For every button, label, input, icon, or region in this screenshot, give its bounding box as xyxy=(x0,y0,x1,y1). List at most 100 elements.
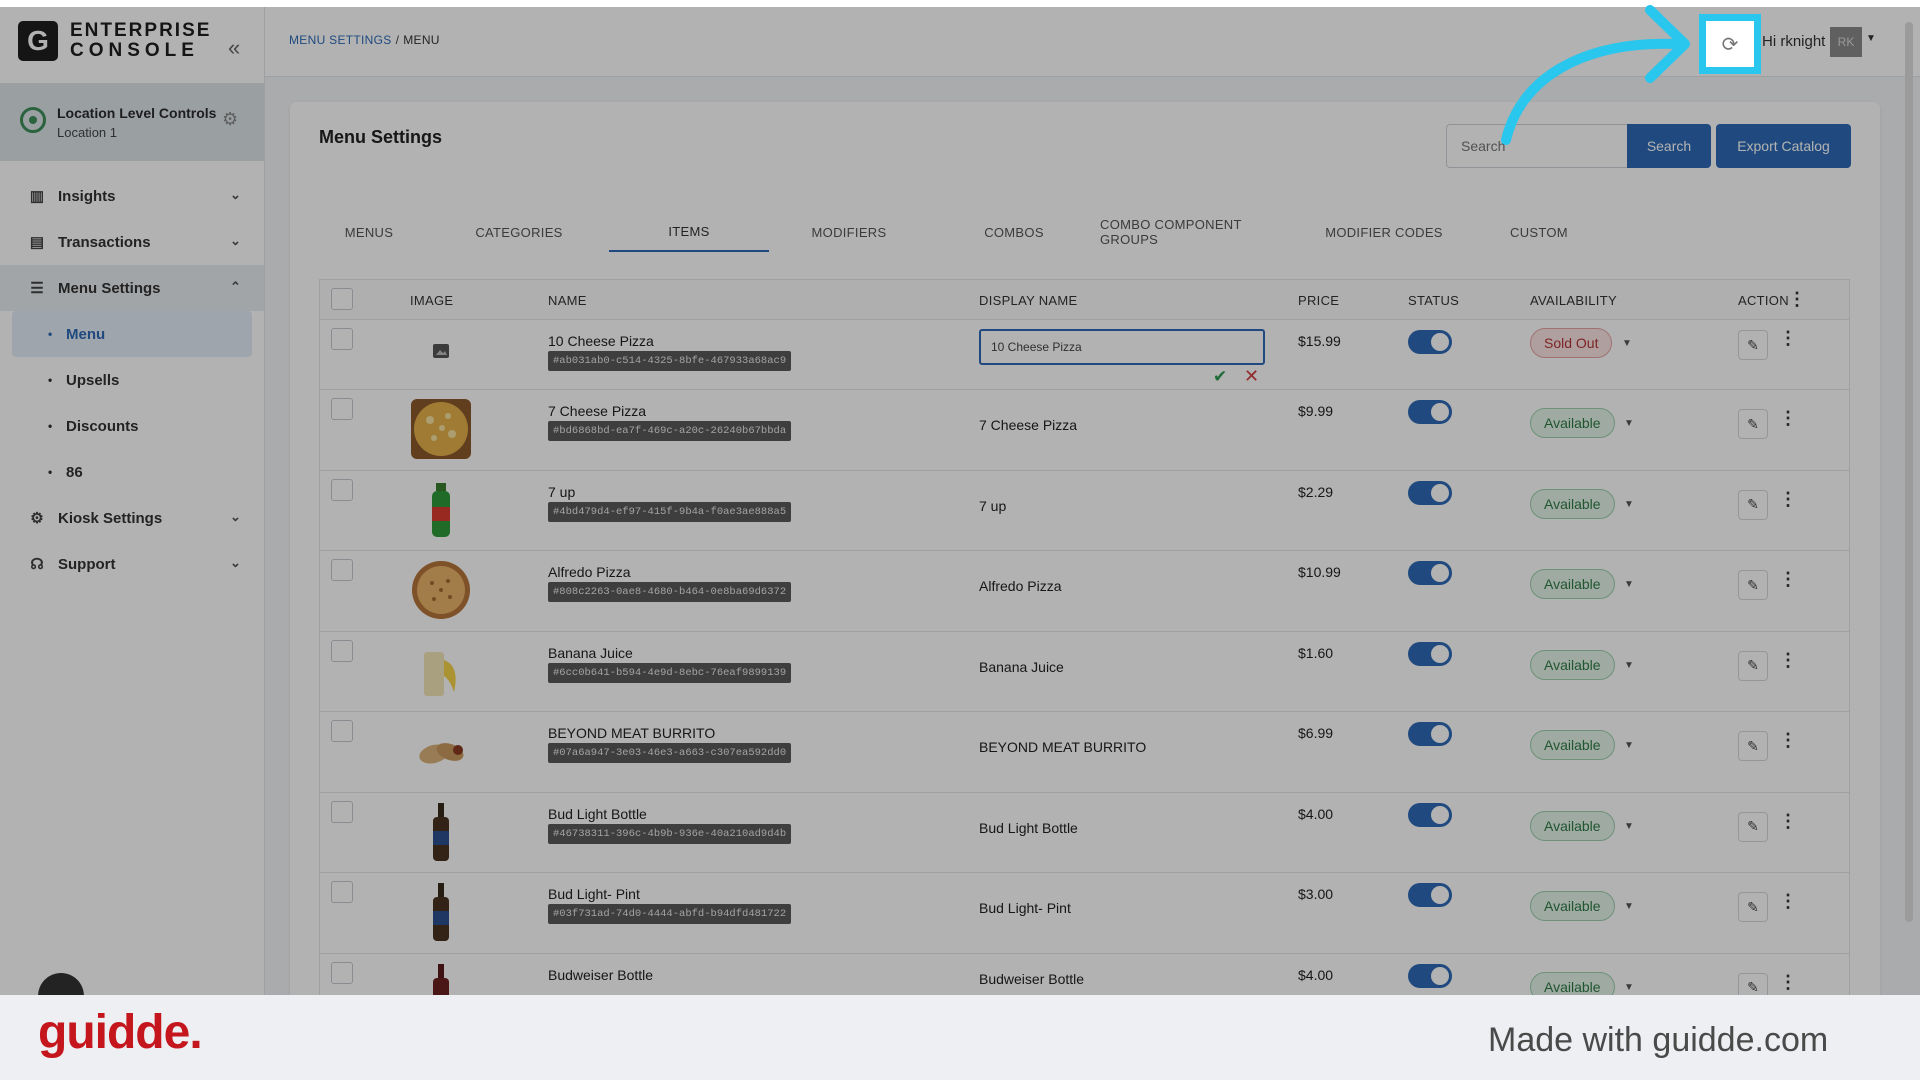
breadcrumb-parent[interactable]: MENU SETTINGS xyxy=(289,33,392,47)
column-display-name[interactable]: DISPLAY NAME xyxy=(979,293,1078,308)
column-name[interactable]: NAME xyxy=(548,293,587,308)
row-checkbox[interactable] xyxy=(331,961,353,984)
sidebar-subitem-upsells[interactable]: Upsells xyxy=(0,357,264,403)
table-row[interactable]: 7 up #4bd479d4-ef97-415f-9b4a-f0ae3ae888… xyxy=(320,471,1849,551)
item-display-name[interactable]: Banana Juice xyxy=(979,659,1064,675)
select-all-checkbox[interactable] xyxy=(331,288,353,310)
status-toggle[interactable] xyxy=(1408,883,1452,907)
row-checkbox[interactable] xyxy=(331,398,353,420)
scrollbar[interactable] xyxy=(1905,22,1913,922)
location-gear-icon[interactable]: ⚙ xyxy=(222,109,238,130)
tab-modifier-codes[interactable]: MODIFIER CODES xyxy=(1319,212,1449,252)
availability-badge[interactable]: Available xyxy=(1530,891,1615,921)
guidde-logo[interactable]: guidde. xyxy=(38,1005,203,1060)
avatar[interactable]: RK xyxy=(1830,27,1862,57)
caret-down-icon[interactable]: ▼ xyxy=(1624,982,1634,993)
edit-pencil-icon[interactable]: ✎ xyxy=(1738,650,1768,681)
caret-down-icon[interactable]: ▼ xyxy=(1624,579,1634,590)
caret-down-icon[interactable]: ▼ xyxy=(1624,901,1634,912)
table-row[interactable]: 7 Cheese Pizza #bd6868bd-ea7f-469c-a20c-… xyxy=(320,390,1849,471)
row-options-icon[interactable]: ⋮ xyxy=(1779,408,1797,429)
item-display-name[interactable]: Bud Light Bottle xyxy=(979,820,1078,836)
column-availability[interactable]: AVAILABILITY xyxy=(1530,293,1617,308)
item-display-name[interactable]: Alfredo Pizza xyxy=(979,578,1061,594)
column-options-icon[interactable]: ⋮ xyxy=(1788,289,1806,310)
sidebar-item-kiosk-settings[interactable]: ⚙ Kiosk Settings ⌄ xyxy=(0,495,264,541)
item-display-name[interactable]: 7 up xyxy=(979,498,1006,514)
row-options-icon[interactable]: ⋮ xyxy=(1779,489,1797,510)
item-display-name[interactable]: 7 Cheese Pizza xyxy=(979,417,1077,433)
edit-pencil-icon[interactable]: ✎ xyxy=(1738,731,1768,761)
row-options-icon[interactable]: ⋮ xyxy=(1779,569,1797,590)
tab-custom[interactable]: CUSTOM xyxy=(1489,212,1589,252)
caret-down-icon[interactable]: ▼ xyxy=(1624,821,1634,832)
caret-down-icon[interactable]: ▼ xyxy=(1866,33,1876,44)
status-toggle[interactable] xyxy=(1408,561,1452,585)
display-name-input[interactable] xyxy=(979,329,1265,365)
made-with-text[interactable]: Made with guidde.com xyxy=(1488,1021,1828,1060)
availability-badge[interactable]: Available xyxy=(1530,810,1615,841)
status-toggle[interactable] xyxy=(1408,480,1452,505)
row-options-icon[interactable]: ⋮ xyxy=(1779,650,1797,671)
row-options-icon[interactable]: ⋮ xyxy=(1779,328,1797,349)
edit-pencil-icon[interactable]: ✎ xyxy=(1738,892,1768,922)
collapse-sidebar-icon[interactable]: « xyxy=(228,35,240,61)
status-toggle[interactable] xyxy=(1408,330,1452,354)
row-checkbox[interactable] xyxy=(331,800,353,823)
sidebar-item-transactions[interactable]: ▤ Transactions ⌄ xyxy=(0,219,264,265)
column-status[interactable]: STATUS xyxy=(1408,293,1459,308)
availability-badge[interactable]: Available xyxy=(1530,569,1615,599)
availability-badge[interactable]: Available xyxy=(1530,649,1615,680)
availability-badge[interactable]: Available xyxy=(1530,488,1615,519)
availability-badge[interactable]: Available xyxy=(1530,971,1615,995)
table-row[interactable]: Bud Light- Pint #03f731ad-74d0-4444-abfd… xyxy=(320,873,1849,954)
cancel-x-icon[interactable]: ✕ xyxy=(1244,366,1259,387)
row-checkbox[interactable] xyxy=(331,720,353,742)
search-input[interactable] xyxy=(1446,124,1630,168)
row-checkbox[interactable] xyxy=(331,328,353,350)
export-catalog-button[interactable]: Export Catalog xyxy=(1716,124,1851,168)
row-checkbox[interactable] xyxy=(331,881,353,903)
caret-down-icon[interactable]: ▼ xyxy=(1624,499,1634,510)
row-options-icon[interactable]: ⋮ xyxy=(1779,891,1797,912)
row-options-icon[interactable]: ⋮ xyxy=(1779,730,1797,751)
caret-down-icon[interactable]: ▼ xyxy=(1624,418,1634,429)
table-row[interactable]: Bud Light Bottle #46738311-396c-4b9b-936… xyxy=(320,793,1849,873)
sidebar-item-insights[interactable]: ▥ Insights ⌄ xyxy=(0,173,264,219)
caret-down-icon[interactable]: ▼ xyxy=(1622,338,1632,349)
row-checkbox[interactable] xyxy=(331,559,353,581)
row-checkbox[interactable] xyxy=(331,639,353,662)
tab-categories[interactable]: CATEGORIES xyxy=(449,212,589,252)
brand[interactable]: G ENTERPRISE CONSOLE xyxy=(18,21,211,61)
row-options-icon[interactable]: ⋮ xyxy=(1779,972,1797,993)
table-row[interactable]: Banana Juice #6cc0b641-b594-4e9d-8ebc-76… xyxy=(320,632,1849,712)
refresh-button[interactable]: ⟳ xyxy=(1699,14,1761,74)
confirm-check-icon[interactable]: ✔ xyxy=(1213,367,1227,387)
table-row[interactable]: BEYOND MEAT BURRITO #07a6a947-3e03-46e3-… xyxy=(320,712,1849,793)
search-button[interactable]: Search xyxy=(1627,124,1711,168)
column-price[interactable]: PRICE xyxy=(1298,293,1339,308)
table-row[interactable]: 10 Cheese Pizza #ab031ab0-c514-4325-8bfe… xyxy=(320,320,1849,390)
edit-pencil-icon[interactable]: ✎ xyxy=(1738,811,1768,842)
edit-pencil-icon[interactable]: ✎ xyxy=(1738,489,1768,520)
status-toggle[interactable] xyxy=(1408,963,1452,988)
tab-items[interactable]: ITEMS xyxy=(609,212,769,252)
row-checkbox[interactable] xyxy=(331,478,353,501)
sidebar-subitem-menu[interactable]: Menu xyxy=(12,311,252,357)
status-toggle[interactable] xyxy=(1408,641,1452,666)
status-toggle[interactable] xyxy=(1408,802,1452,827)
status-toggle[interactable] xyxy=(1408,722,1452,746)
sidebar-subitem-86[interactable]: 86 xyxy=(0,449,264,495)
availability-badge[interactable]: Available xyxy=(1530,730,1615,760)
sidebar-item-menu-settings[interactable]: ☰ Menu Settings ⌃ xyxy=(0,265,264,311)
tab-combos[interactable]: COMBOS xyxy=(959,212,1069,252)
table-row[interactable]: Alfredo Pizza #808c2263-0ae8-4680-b464-0… xyxy=(320,551,1849,632)
edit-pencil-icon[interactable]: ✎ xyxy=(1738,330,1768,360)
item-display-name[interactable]: BEYOND MEAT BURRITO xyxy=(979,739,1146,755)
edit-pencil-icon[interactable]: ✎ xyxy=(1738,972,1768,995)
caret-down-icon[interactable]: ▼ xyxy=(1624,740,1634,751)
sidebar-item-support[interactable]: ☊ Support ⌄ xyxy=(0,541,264,587)
help-chat-button[interactable] xyxy=(38,973,84,995)
item-display-name[interactable]: Budweiser Bottle xyxy=(979,971,1084,987)
status-toggle[interactable] xyxy=(1408,400,1452,424)
